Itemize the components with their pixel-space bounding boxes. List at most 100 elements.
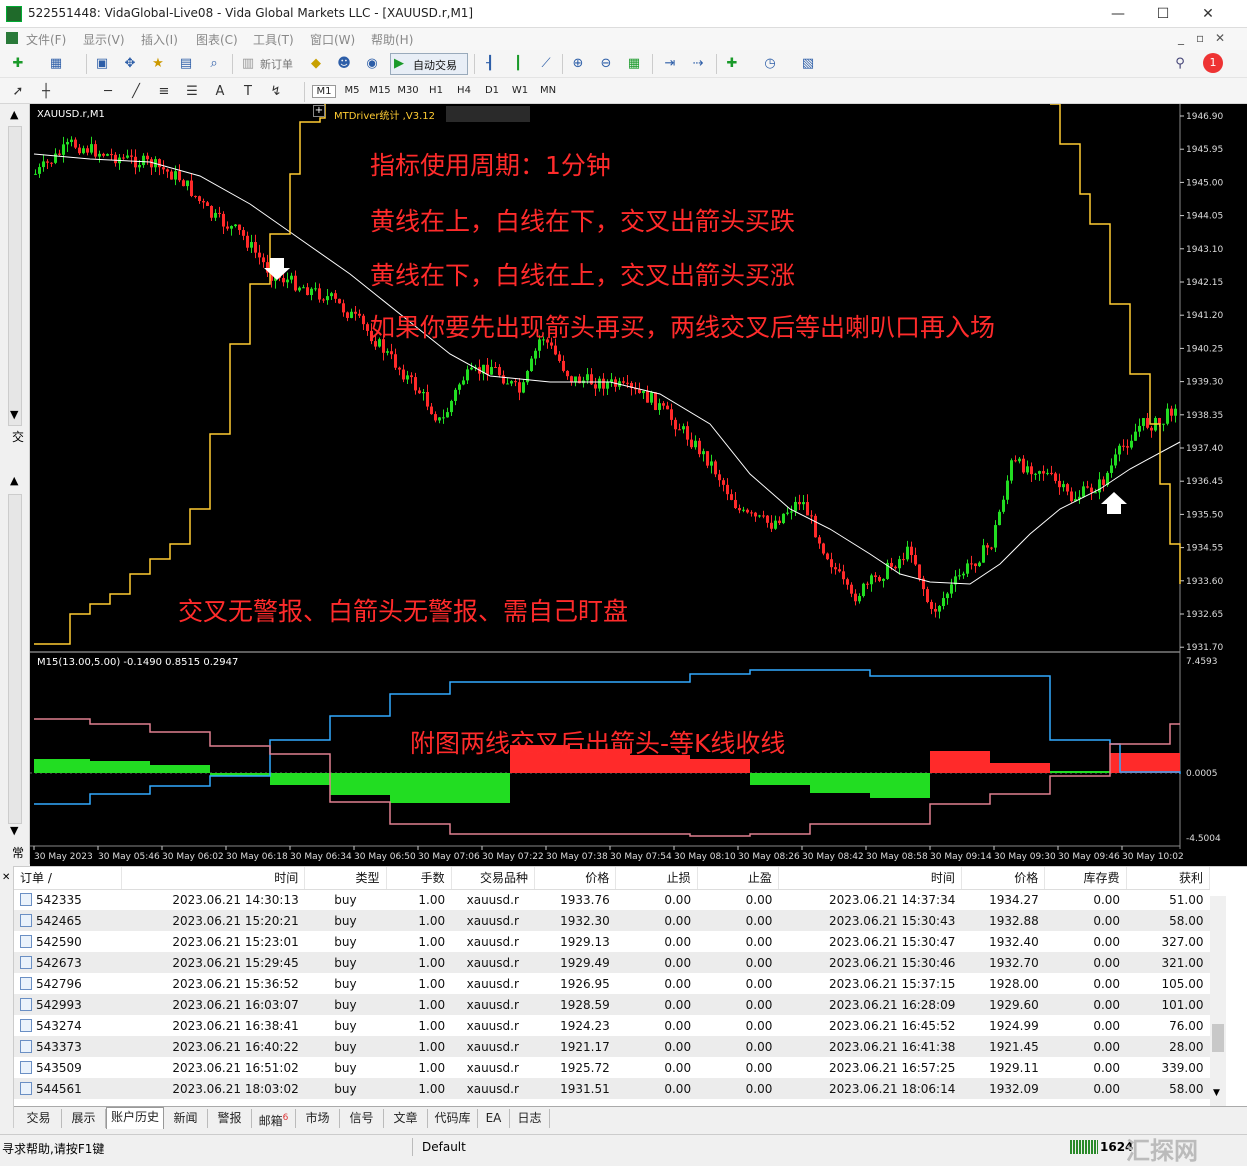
search-icon[interactable]: ⚲ — [1170, 54, 1190, 74]
new-order-icon[interactable]: ▥ — [238, 54, 258, 74]
panel2-scroll-down[interactable]: ▼ — [10, 824, 18, 837]
indicators-icon[interactable]: ✚ — [722, 54, 742, 74]
tab-exposure[interactable]: 展示 — [62, 1109, 106, 1128]
table-row[interactable]: 543373 2023.06.21 16:40:22 buy 1.00 xauusd.r… — [14, 1036, 1210, 1057]
profiles-icon[interactable]: ▦ — [46, 54, 66, 74]
menu-insert[interactable]: 插入(I) — [141, 31, 178, 48]
tab-account-history[interactable]: 账户历史 — [106, 1107, 164, 1129]
menu-charts[interactable]: 图表(C) — [196, 31, 238, 48]
auto-trading-button[interactable]: ▶ 自动交易 — [390, 53, 468, 75]
menu-view[interactable]: 显示(V) — [83, 31, 125, 48]
tf-m30[interactable]: M30 — [396, 85, 420, 96]
tf-d1[interactable]: D1 — [480, 85, 504, 96]
menu-tools[interactable]: 工具(T) — [253, 31, 294, 48]
col-header-open-time[interactable]: 时间 — [121, 867, 306, 890]
notification-icon[interactable]: 1 — [1203, 53, 1223, 73]
tab-mailbox[interactable]: 邮箱6 — [252, 1109, 296, 1128]
bar-chart-icon[interactable]: ┨ — [480, 54, 500, 74]
tester-icon[interactable]: ⌕ — [204, 54, 224, 74]
price-chart[interactable]: 1946.90 1945.95 1945.00 1944.05 1943.10 1942.… — [30, 104, 1247, 866]
menu-help[interactable]: 帮助(H) — [371, 31, 413, 48]
child-close-button[interactable]: ✕ — [1215, 31, 1225, 45]
table-row[interactable]: 544561 2023.06.21 18:03:02 buy 1.00 xauusd.r… — [14, 1078, 1210, 1099]
text-label-icon[interactable]: T — [238, 82, 258, 102]
col-header-stop-loss[interactable]: 止损 — [615, 867, 698, 890]
periods-icon[interactable]: ◷ — [760, 54, 780, 74]
candlestick-icon[interactable]: ┃ — [508, 54, 528, 74]
menu-window[interactable]: 窗口(W) — [310, 31, 355, 48]
table-row[interactable]: 542673 2023.06.21 15:29:45 buy 1.00 xauusd.r… — [14, 952, 1210, 973]
panel-tab-market[interactable]: 交 — [12, 428, 24, 445]
line-chart-icon[interactable]: ⟋ — [536, 54, 556, 74]
col-header-take-profit[interactable]: 止盈 — [697, 867, 779, 890]
child-minimize-button[interactable]: _ — [1178, 31, 1184, 45]
crosshair-icon[interactable]: ┼ — [36, 82, 56, 102]
tab-market[interactable]: 市场 — [296, 1109, 340, 1128]
market-watch-icon[interactable]: ▣ — [92, 54, 112, 74]
col-header-close-time[interactable]: 时间 — [778, 867, 962, 890]
panel2-scroll-up[interactable]: ▲ — [10, 474, 18, 487]
channel-icon[interactable]: ≡ — [154, 82, 174, 102]
table-row[interactable]: 542465 2023.06.21 15:20:21 buy 1.00 xauusd.r… — [14, 910, 1210, 931]
col-header-profit[interactable]: 获利 — [1126, 867, 1211, 890]
col-header-symbol[interactable]: 交易品种 — [451, 867, 535, 890]
trendline-icon[interactable]: ╱ — [126, 82, 146, 102]
col-header-type[interactable]: 类型 — [304, 867, 387, 890]
tab-experts[interactable]: EA — [478, 1109, 510, 1128]
fibonacci-icon[interactable]: ☰ — [182, 82, 202, 102]
panel-tab-common[interactable]: 常 — [12, 844, 24, 861]
col-header-swap[interactable]: 库存费 — [1044, 867, 1127, 890]
tab-news[interactable]: 新闻 — [164, 1109, 208, 1128]
table-row[interactable]: 542796 2023.06.21 15:36:52 buy 1.00 xauusd.r… — [14, 973, 1210, 994]
tf-h1[interactable]: H1 — [424, 85, 448, 96]
tab-signals[interactable]: 信号 — [340, 1109, 384, 1128]
terminal-icon[interactable]: ▤ — [176, 54, 196, 74]
panel2-scrollbar[interactable] — [8, 494, 22, 824]
chart-shift-icon[interactable]: ⇥ — [660, 54, 680, 74]
tf-w1[interactable]: W1 — [508, 85, 532, 96]
col-header-order[interactable]: 订单 / — [14, 867, 123, 890]
table-scroll-thumb[interactable] — [1212, 1024, 1224, 1052]
vps-icon[interactable]: ◉ — [362, 54, 382, 74]
tf-m5[interactable]: M5 — [340, 85, 364, 96]
new-chart-icon[interactable]: ✚ — [8, 54, 28, 74]
tf-m1[interactable]: M1 — [312, 85, 336, 98]
table-row[interactable]: 542335 2023.06.21 14:30:13 buy 1.00 xauusd.r… — [14, 889, 1210, 910]
table-row[interactable]: 542590 2023.06.21 15:23:01 buy 1.00 xauusd.r… — [14, 931, 1210, 952]
auto-scroll-icon[interactable]: ⇢ — [688, 54, 708, 74]
terminal-close-icon[interactable]: ✕ — [2, 872, 10, 883]
col-header-open-price[interactable]: 价格 — [534, 867, 617, 890]
text-icon[interactable]: A — [210, 82, 230, 102]
zoom-out-icon[interactable]: ⊖ — [596, 54, 616, 74]
panel-scroll-down[interactable]: ▼ — [10, 408, 18, 421]
close-button[interactable]: ✕ — [1185, 0, 1231, 28]
maximize-button[interactable]: ☐ — [1140, 0, 1186, 28]
table-row[interactable]: 542993 2023.06.21 16:03:07 buy 1.00 xauusd.r… — [14, 994, 1210, 1015]
tab-trade[interactable]: 交易 — [16, 1109, 62, 1128]
table-scrollbar[interactable]: ▼ — [1210, 896, 1226, 1106]
crosshair-nav-icon[interactable]: ✥ — [120, 54, 140, 74]
favorites-icon[interactable]: ★ — [148, 54, 168, 74]
zoom-in-icon[interactable]: ⊕ — [568, 54, 588, 74]
tab-journal[interactable]: 日志 — [510, 1109, 550, 1128]
panel-scroll-up[interactable]: ▲ — [10, 108, 18, 121]
new-order-button[interactable]: 新订单 — [260, 56, 293, 72]
menu-file[interactable]: 文件(F) — [26, 31, 66, 48]
tile-windows-icon[interactable]: ▦ — [624, 54, 644, 74]
table-row[interactable]: 543509 2023.06.21 16:51:02 buy 1.00 xauusd.r… — [14, 1057, 1210, 1078]
templates-icon[interactable]: ▧ — [798, 54, 818, 74]
tab-code-base[interactable]: 代码库 — [428, 1109, 478, 1128]
panel-scrollbar[interactable] — [8, 126, 22, 426]
arrows-icon[interactable]: ↯ — [266, 82, 286, 102]
minimize-button[interactable]: — — [1095, 0, 1141, 28]
tf-mn[interactable]: MN — [536, 85, 560, 96]
metaeditor-icon[interactable]: ◆ — [306, 54, 326, 74]
table-row[interactable]: 543274 2023.06.21 16:38:41 buy 1.00 xauusd.r… — [14, 1015, 1210, 1036]
indicator-expand-icon[interactable]: + — [313, 105, 325, 117]
child-restore-button[interactable]: ▫ — [1196, 31, 1204, 45]
signals-icon[interactable]: ☻ — [334, 54, 354, 74]
col-header-lots[interactable]: 手数 — [386, 867, 452, 890]
table-scroll-down[interactable]: ▼ — [1213, 1088, 1220, 1098]
col-header-close-price[interactable]: 价格 — [961, 867, 1046, 890]
tf-h4[interactable]: H4 — [452, 85, 476, 96]
